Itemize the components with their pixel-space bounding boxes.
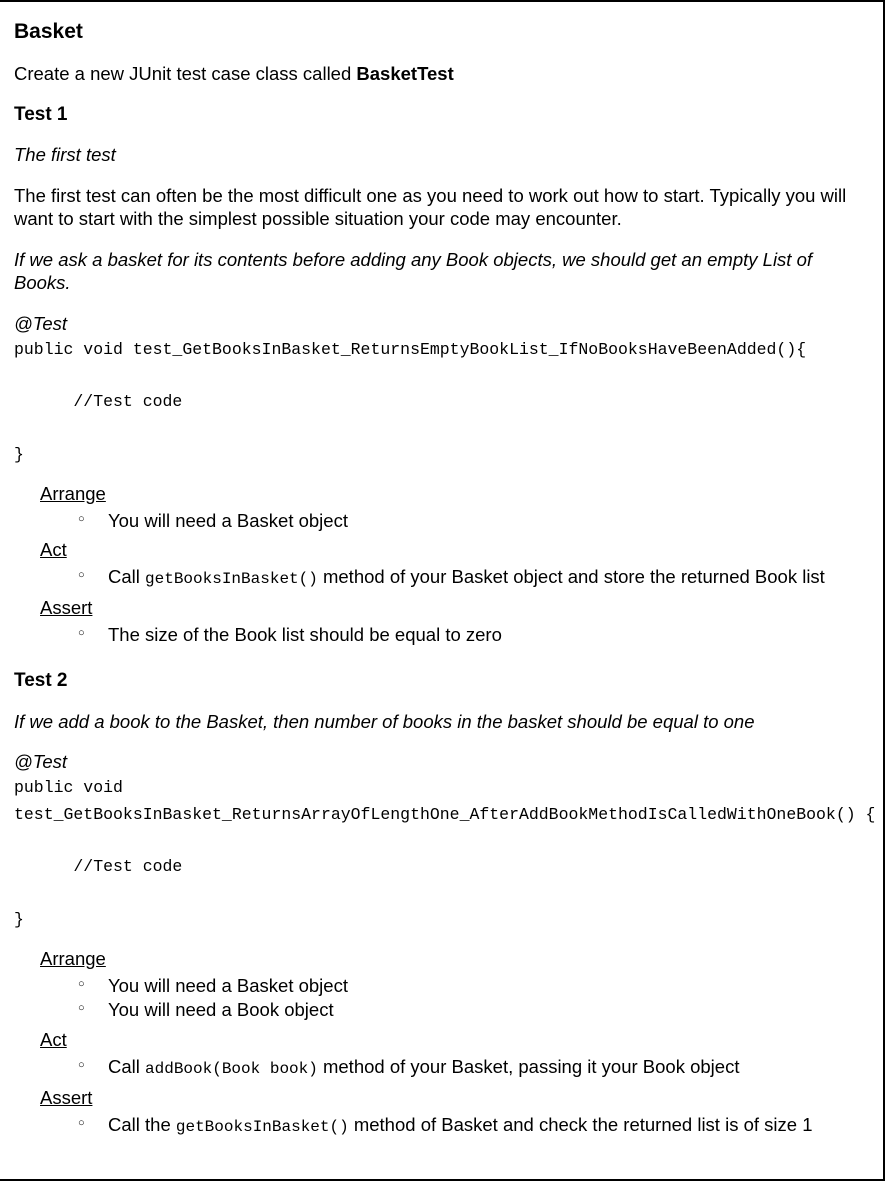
text: Call [108,1056,145,1077]
test1-aaa: Arrange You will need a Basket object Ac… [40,483,871,649]
test1-heading: Test 1 [14,104,871,126]
test1-subtitle: The first test [14,144,871,166]
test1-arrange-label: Arrange [40,483,871,505]
test1-annotation: @Test [14,313,871,335]
list-item: You will need a Basket object [78,509,871,534]
text: Call [108,566,145,587]
text: method of your Basket object and store t… [318,566,825,587]
inline-code: addBook(Book book) [145,1060,318,1078]
intro-paragraph: Create a new JUnit test case class calle… [14,62,871,86]
test1-assert-label: Assert [40,597,871,619]
intro-prefix: Create a new JUnit test case class calle… [14,63,356,84]
test2-scenario: If we add a book to the Basket, then num… [14,710,871,733]
test1-arrange-list: You will need a Basket object [78,509,871,534]
list-item: Call addBook(Book book) method of your B… [78,1055,871,1081]
test2-act-label: Act [40,1029,871,1051]
inline-code: getBooksInBasket() [145,570,318,588]
list-item: The size of the Book list should be equa… [78,623,871,648]
test1-code: public void test_GetBooksInBasket_Return… [14,337,871,469]
page-title: Basket [14,20,871,44]
test2-arrange-list: You will need a Basket object You will n… [78,974,871,1024]
text: method of your Basket, passing it your B… [318,1056,740,1077]
test2-code: public void test_GetBooksInBasket_Return… [14,775,871,933]
text: method of Basket and check the returned … [349,1114,813,1135]
test2-heading: Test 2 [14,670,871,692]
test2-aaa: Arrange You will need a Basket object Yo… [40,948,871,1139]
test1-assert-list: The size of the Book list should be equa… [78,623,871,648]
inline-code: getBooksInBasket() [176,1118,349,1136]
test2-act-list: Call addBook(Book book) method of your B… [78,1055,871,1081]
test2-assert-list: Call the getBooksInBasket() method of Ba… [78,1113,871,1139]
intro-classname: BasketTest [356,63,453,84]
test1-act-label: Act [40,539,871,561]
list-item: Call getBooksInBasket() method of your B… [78,565,871,591]
text: Call the [108,1114,176,1135]
test2-arrange-label: Arrange [40,948,871,970]
test1-body: The first test can often be the most dif… [14,184,871,230]
list-item: You will need a Basket object [78,974,871,999]
test2-assert-label: Assert [40,1087,871,1109]
document-page: Basket Create a new JUnit test case clas… [0,0,885,1181]
test2-annotation: @Test [14,751,871,773]
list-item: You will need a Book object [78,998,871,1023]
test1-act-list: Call getBooksInBasket() method of your B… [78,565,871,591]
list-item: Call the getBooksInBasket() method of Ba… [78,1113,871,1139]
test1-scenario: If we ask a basket for its contents befo… [14,248,871,294]
